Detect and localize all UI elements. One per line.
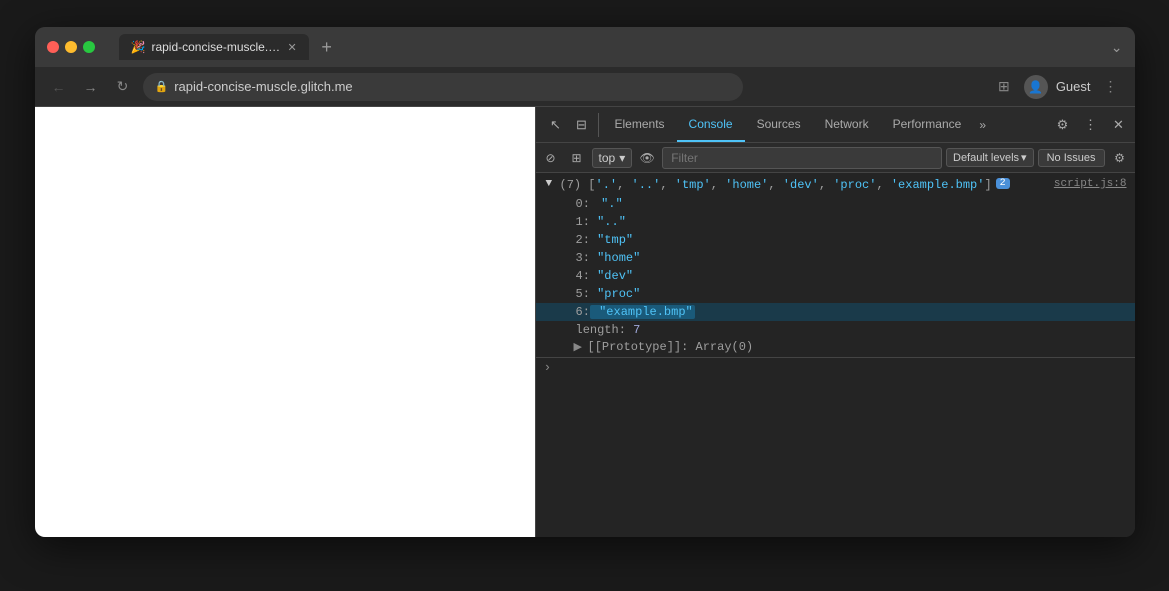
eye-icon[interactable]: 👁 bbox=[636, 147, 658, 169]
active-tab[interactable]: 🎉 rapid-concise-muscle.glitch.m... ✕ bbox=[119, 34, 309, 60]
browser-window: 🎉 rapid-concise-muscle.glitch.m... ✕ + ⌄… bbox=[35, 27, 1135, 537]
tab-close-button[interactable]: ✕ bbox=[287, 41, 296, 54]
devtools-more-button[interactable]: ⋮ bbox=[1079, 113, 1103, 137]
webpage-content bbox=[35, 107, 535, 537]
array-item-3: 3: "home" bbox=[536, 249, 1135, 267]
lock-icon: 🔒 bbox=[155, 80, 169, 93]
console-filter-icon[interactable]: ⊞ bbox=[566, 147, 588, 169]
traffic-lights bbox=[47, 41, 95, 53]
clear-console-button[interactable]: ⊘ bbox=[540, 147, 562, 169]
tab-bar: 🎉 rapid-concise-muscle.glitch.m... ✕ + bbox=[119, 33, 341, 61]
minimize-button[interactable] bbox=[65, 41, 77, 53]
close-button[interactable] bbox=[47, 41, 59, 53]
console-input-line: › bbox=[536, 357, 1135, 377]
array-badge: 2 bbox=[996, 178, 1010, 189]
array-item-0: 0: "." bbox=[536, 195, 1135, 213]
content-area: ↖ ⊟ Elements Console Sources Network Per… bbox=[35, 107, 1135, 537]
console-output: ▼ (7) ['.', '..', 'tmp', 'home', 'dev', … bbox=[536, 173, 1135, 537]
context-selector-value: top bbox=[599, 151, 616, 165]
url-text: rapid-concise-muscle.glitch.me bbox=[174, 79, 352, 94]
address-bar: ← → ↻ 🔒 rapid-concise-muscle.glitch.me ⊞… bbox=[35, 67, 1135, 107]
tab-favicon: 🎉 bbox=[131, 40, 146, 54]
devtools-actions: ⚙ ⋮ ✕ bbox=[1051, 113, 1135, 137]
console-filter-input[interactable] bbox=[662, 147, 942, 169]
devtools-panel: ↖ ⊟ Elements Console Sources Network Per… bbox=[535, 107, 1135, 537]
window-controls[interactable]: ⌄ bbox=[1111, 39, 1123, 56]
tab-console[interactable]: Console bbox=[677, 107, 745, 142]
forward-button[interactable]: → bbox=[79, 75, 103, 99]
tab-sources[interactable]: Sources bbox=[745, 107, 813, 142]
devtools-close-button[interactable]: ✕ bbox=[1107, 113, 1131, 137]
browser-actions: ⊞ 👤 Guest ⋮ bbox=[992, 75, 1123, 99]
new-tab-button[interactable]: + bbox=[313, 33, 341, 61]
console-prompt: › bbox=[544, 360, 552, 375]
array-item-5: 5: "proc" bbox=[536, 285, 1135, 303]
back-button[interactable]: ← bbox=[47, 75, 71, 99]
array-summary: (7) ['.', '..', 'tmp', 'home', 'dev', 'p… bbox=[560, 178, 992, 192]
expand-arrow[interactable]: ▼ bbox=[546, 178, 556, 190]
tab-network[interactable]: Network bbox=[813, 107, 881, 142]
console-toolbar: ⊘ ⊞ top ▾ 👁 Default levels ▾ No Issues ⚙ bbox=[536, 143, 1135, 173]
default-levels-button[interactable]: Default levels ▾ bbox=[946, 148, 1034, 167]
extensions-button[interactable]: ⊞ bbox=[992, 75, 1016, 99]
array-length: length: 7 bbox=[536, 321, 1135, 339]
tab-performance[interactable]: Performance bbox=[881, 107, 974, 142]
inspect-element-button[interactable]: ↖ bbox=[544, 113, 568, 137]
array-prototype: ▶ [[Prototype]]: Array(0) bbox=[536, 339, 1135, 357]
prototype-arrow[interactable]: ▶ bbox=[574, 340, 584, 354]
tab-elements[interactable]: Elements bbox=[603, 107, 677, 142]
browser-menu-button[interactable]: ⋮ bbox=[1099, 75, 1123, 99]
profile-name: Guest bbox=[1056, 79, 1091, 94]
reload-button[interactable]: ↻ bbox=[111, 75, 135, 99]
title-bar: 🎉 rapid-concise-muscle.glitch.m... ✕ + ⌄ bbox=[35, 27, 1135, 67]
url-bar[interactable]: 🔒 rapid-concise-muscle.glitch.me bbox=[143, 73, 743, 101]
array-item-2: 2: "tmp" bbox=[536, 231, 1135, 249]
devtools-tab-bar: ↖ ⊟ Elements Console Sources Network Per… bbox=[536, 107, 1135, 143]
devtools-settings-button[interactable]: ⚙ bbox=[1051, 113, 1075, 137]
context-selector-arrow: ▾ bbox=[619, 151, 625, 165]
array-item-1: 1: ".." bbox=[536, 213, 1135, 231]
console-settings-button[interactable]: ⚙ bbox=[1109, 147, 1131, 169]
array-item-6: 6: "example.bmp" bbox=[536, 303, 1135, 321]
no-issues-button[interactable]: No Issues bbox=[1038, 149, 1105, 167]
console-array-row: ▼ (7) ['.', '..', 'tmp', 'home', 'dev', … bbox=[536, 177, 1135, 195]
array-item-4: 4: "dev" bbox=[536, 267, 1135, 285]
context-selector[interactable]: top ▾ bbox=[592, 148, 633, 168]
source-link[interactable]: script.js:8 bbox=[1054, 178, 1127, 190]
maximize-button[interactable] bbox=[83, 41, 95, 53]
tab-title: rapid-concise-muscle.glitch.m... bbox=[151, 40, 281, 54]
more-tabs-button[interactable]: » bbox=[973, 118, 992, 132]
devtools-panel-icons: ↖ ⊟ bbox=[540, 113, 599, 137]
device-emulation-button[interactable]: ⊟ bbox=[570, 113, 594, 137]
profile-icon[interactable]: 👤 bbox=[1024, 75, 1048, 99]
